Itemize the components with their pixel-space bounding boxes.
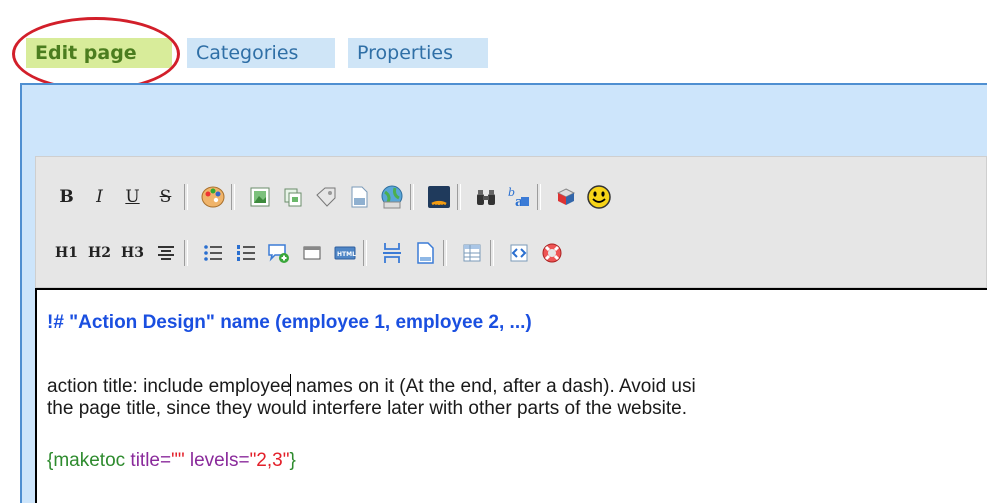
toolbar-row-2: H1 H2 H3 HTML xyxy=(50,233,568,273)
editor-paragraph-line-2: the page title, since they would interfe… xyxy=(47,398,688,419)
align-center-button[interactable] xyxy=(149,236,182,270)
toolbar-separator xyxy=(363,240,367,266)
svg-text:b: b xyxy=(508,186,515,199)
file-gallery-button[interactable] xyxy=(342,180,375,214)
heading-3-button[interactable]: H3 xyxy=(116,236,149,270)
bullet-list-icon xyxy=(203,245,222,261)
find-button[interactable] xyxy=(469,180,502,214)
toolbar-separator xyxy=(443,240,447,266)
page-break-icon xyxy=(382,243,401,263)
cube-icon xyxy=(556,188,575,205)
window-icon xyxy=(303,246,320,260)
toolbar-separator xyxy=(231,184,235,210)
editor-paragraph-line: action title: include employee names on … xyxy=(47,374,696,397)
window-button[interactable] xyxy=(295,236,328,270)
tab-edit-page[interactable]: Edit page xyxy=(26,38,172,68)
copy-button[interactable] xyxy=(276,180,309,214)
table-icon xyxy=(463,244,480,262)
editor-toolbar: B I U S ba H1 H2 H3 HTML xyxy=(35,156,987,288)
table-button[interactable] xyxy=(455,236,488,270)
image-icon xyxy=(250,187,269,207)
page-button[interactable] xyxy=(408,236,441,270)
tag-icon xyxy=(315,187,335,207)
toolbar-separator xyxy=(184,184,188,210)
heading-2-button[interactable]: H2 xyxy=(83,236,116,270)
editor-textarea[interactable]: !# "Action Design" name (employee 1, emp… xyxy=(35,288,987,503)
3d-object-button[interactable] xyxy=(549,180,582,214)
file-icon xyxy=(351,186,367,208)
html-button[interactable]: HTML xyxy=(328,236,361,270)
underline-button[interactable]: U xyxy=(116,180,149,214)
palette-icon xyxy=(201,186,224,208)
bullet-list-button[interactable] xyxy=(196,236,229,270)
tag-button[interactable] xyxy=(309,180,342,214)
binoculars-icon xyxy=(476,190,495,205)
page-break-button[interactable] xyxy=(375,236,408,270)
comment-icon xyxy=(267,244,289,263)
spellcheck-icon: ba xyxy=(508,186,529,210)
help-button[interactable] xyxy=(535,236,568,270)
numbered-list-icon xyxy=(236,245,255,261)
toolbar-separator xyxy=(410,184,414,210)
color-palette-button[interactable] xyxy=(196,180,229,214)
copy-icon xyxy=(284,188,301,207)
globe-icon xyxy=(381,185,402,209)
code-button[interactable] xyxy=(502,236,535,270)
add-comment-button[interactable] xyxy=(262,236,295,270)
toolbar-separator xyxy=(184,240,188,266)
code-icon xyxy=(510,244,527,262)
heading-1-button[interactable]: H1 xyxy=(50,236,83,270)
tab-categories[interactable]: Categories xyxy=(187,38,335,68)
smiley-button[interactable] xyxy=(582,180,615,214)
numbered-list-button[interactable] xyxy=(229,236,262,270)
align-center-icon xyxy=(157,246,174,260)
tab-properties[interactable]: Properties xyxy=(348,38,488,68)
toolbar-row-1: B I U S ba xyxy=(50,177,615,217)
editor-code-line: {maketoc title="" levels="2,3"} xyxy=(47,450,296,471)
strikethrough-button[interactable]: S xyxy=(149,180,182,214)
italic-button[interactable]: I xyxy=(83,180,116,214)
bold-button[interactable]: B xyxy=(50,180,83,214)
web-image-button[interactable] xyxy=(375,180,408,214)
toolbar-separator xyxy=(457,184,461,210)
html-icon: HTML xyxy=(334,246,356,260)
toolbar-separator xyxy=(537,184,541,210)
rss-button[interactable] xyxy=(422,180,455,214)
svg-text:HTML: HTML xyxy=(337,251,356,258)
editor-heading-line: !# "Action Design" name (employee 1, emp… xyxy=(47,312,532,333)
toolbar-separator xyxy=(490,240,494,266)
lifebuoy-icon xyxy=(542,243,561,263)
page-icon xyxy=(416,242,434,264)
spellcheck-button[interactable]: ba xyxy=(502,180,535,214)
smiley-icon xyxy=(586,185,611,209)
rss-icon xyxy=(427,186,450,208)
insert-image-button[interactable] xyxy=(243,180,276,214)
